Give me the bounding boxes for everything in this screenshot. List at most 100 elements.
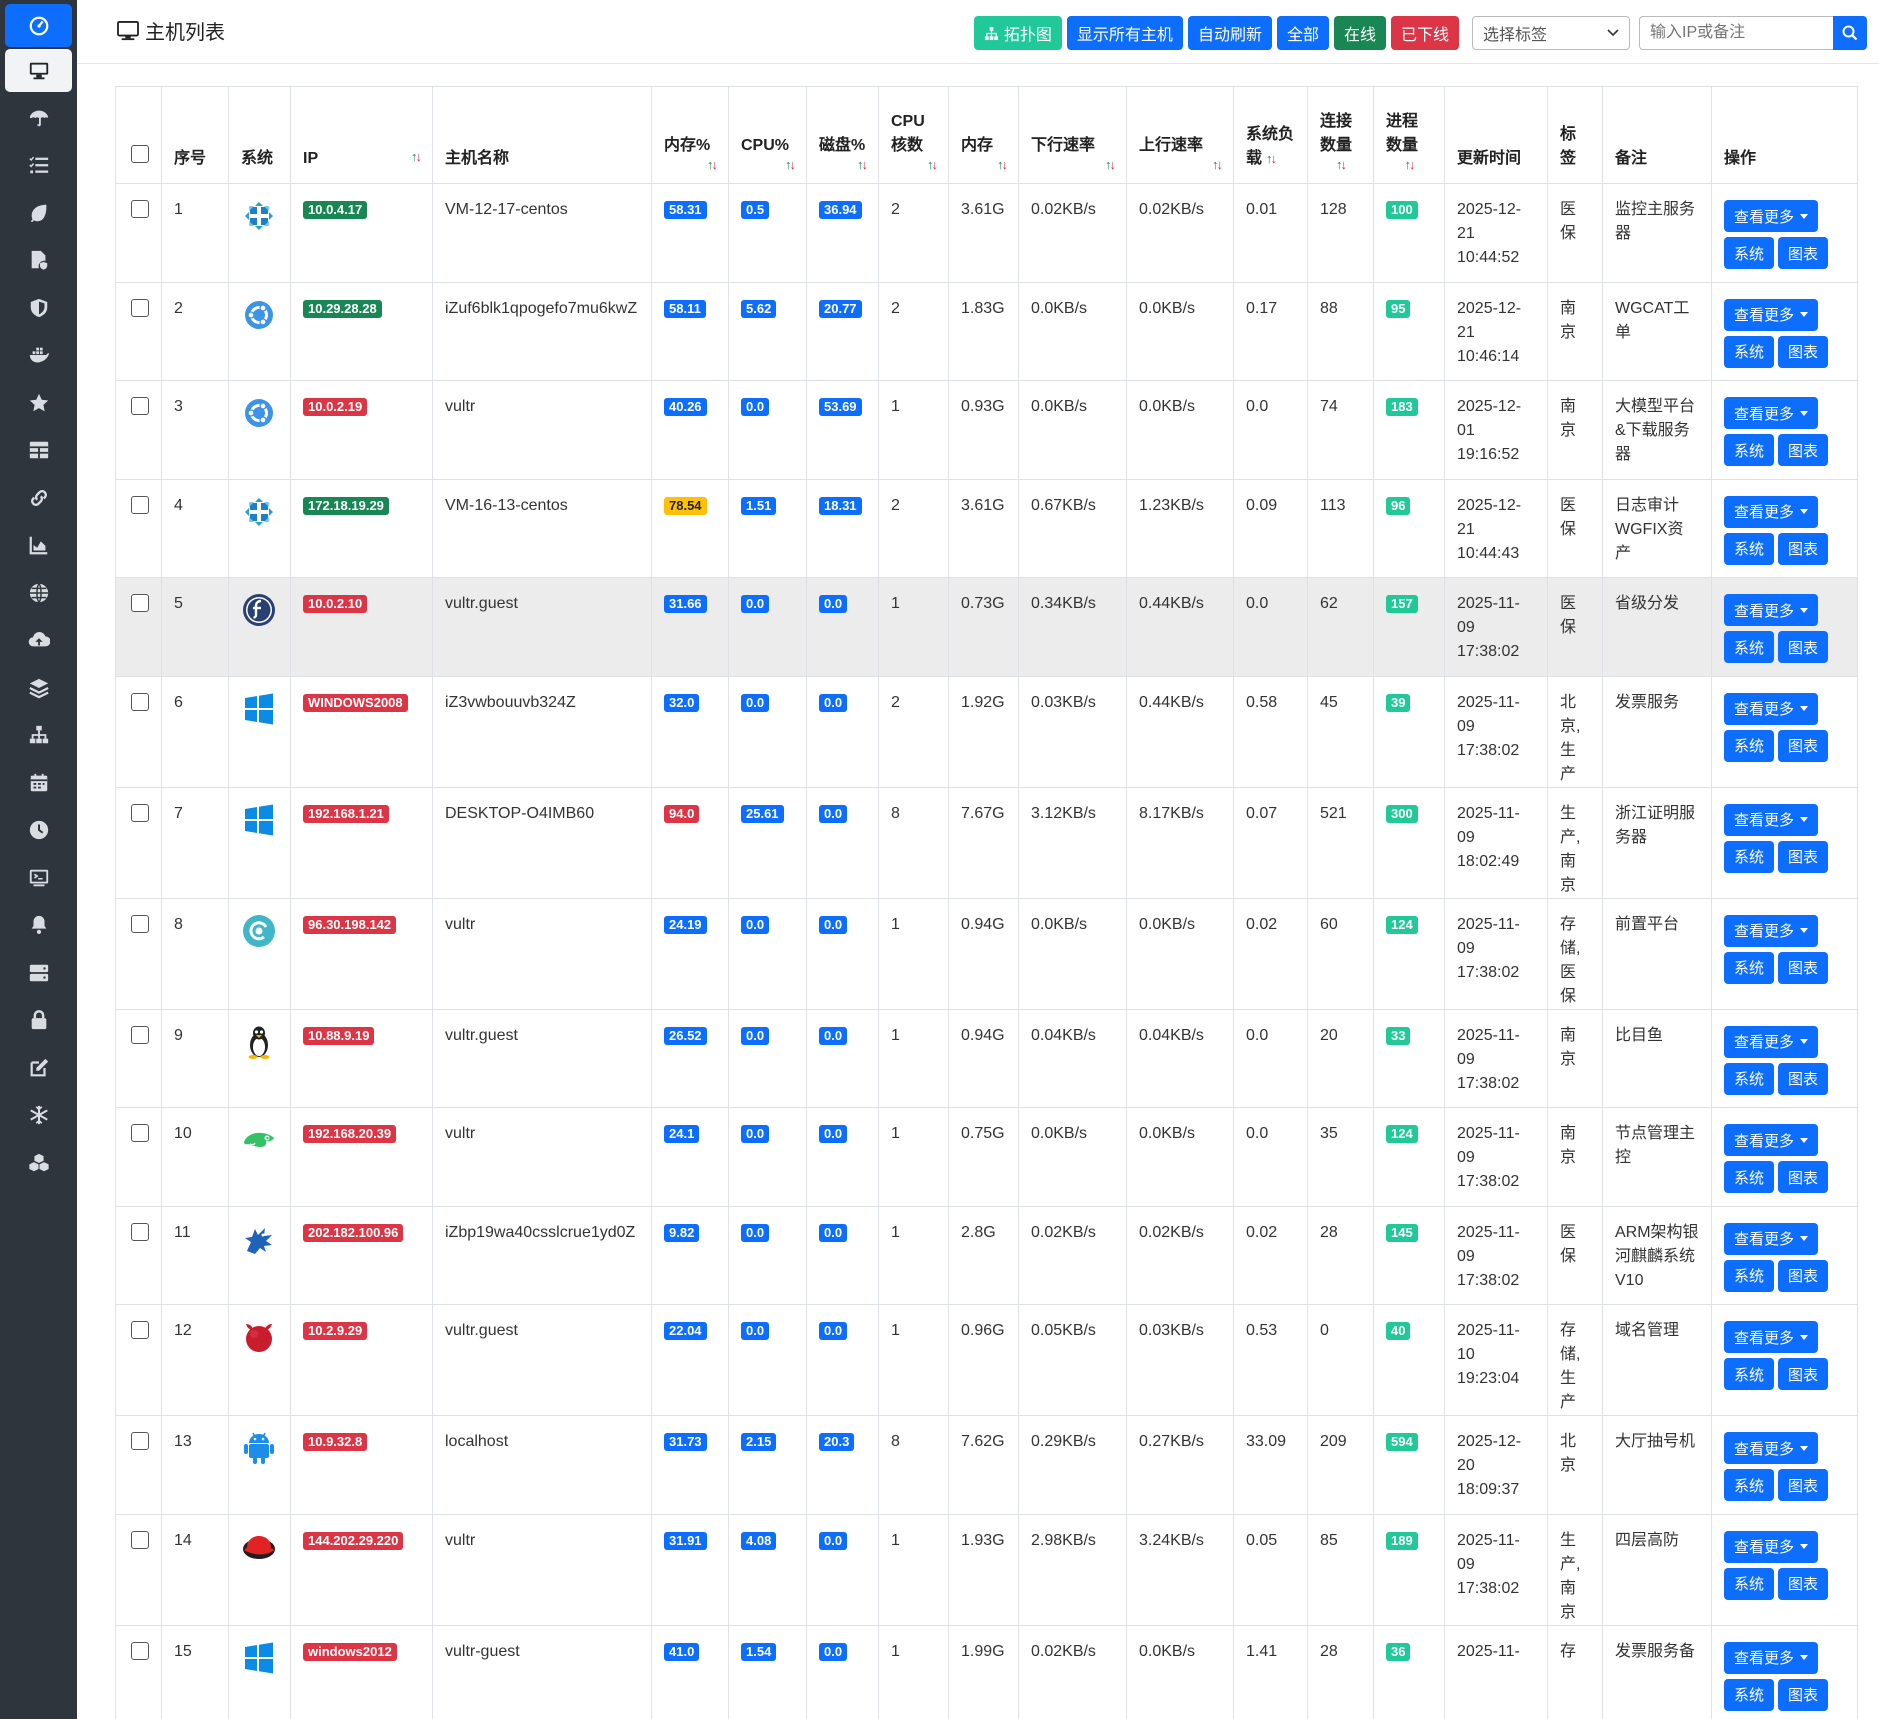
system-button[interactable]: 系统 xyxy=(1724,532,1774,565)
system-button[interactable]: 系统 xyxy=(1724,840,1774,873)
system-button[interactable]: 系统 xyxy=(1724,434,1774,466)
col-load[interactable]: 系统负载 ↑↓ xyxy=(1233,86,1308,184)
sidebar-item-table[interactable] xyxy=(0,427,77,475)
view-more-button[interactable]: 查看更多 xyxy=(1724,397,1819,429)
chart-button[interactable]: 图表 xyxy=(1778,1259,1828,1292)
sort-icon[interactable]: ↑↓ xyxy=(741,158,796,171)
sidebar-item-sitemap[interactable] xyxy=(0,712,77,760)
sidebar-item-area-chart[interactable] xyxy=(0,522,77,570)
row-checkbox[interactable] xyxy=(131,1321,149,1339)
chart-button[interactable]: 图表 xyxy=(1778,237,1828,269)
sidebar-item-server[interactable] xyxy=(0,949,77,997)
sidebar-item-link[interactable] xyxy=(0,474,77,522)
system-button[interactable]: 系统 xyxy=(1724,1062,1774,1095)
system-button[interactable]: 系统 xyxy=(1724,1469,1774,1501)
chart-button[interactable]: 图表 xyxy=(1778,951,1828,984)
sidebar-item-lock[interactable] xyxy=(0,997,77,1045)
view-more-button[interactable]: 查看更多 xyxy=(1724,692,1819,725)
sidebar-item-edit[interactable] xyxy=(0,1044,77,1092)
sort-icon[interactable]: ↑↓ xyxy=(891,158,938,171)
system-button[interactable]: 系统 xyxy=(1724,335,1774,368)
system-button[interactable]: 系统 xyxy=(1724,1259,1774,1292)
sidebar-item-bell[interactable] xyxy=(0,902,77,950)
row-checkbox[interactable] xyxy=(131,397,149,415)
select-all-checkbox[interactable] xyxy=(131,145,149,163)
system-button[interactable]: 系统 xyxy=(1724,729,1774,762)
ip-badge[interactable]: 172.18.19.29 xyxy=(303,496,389,515)
row-checkbox[interactable] xyxy=(131,298,149,317)
sidebar-item-terminal[interactable] xyxy=(0,854,77,902)
chart-button[interactable]: 图表 xyxy=(1778,1062,1828,1095)
view-more-button[interactable]: 查看更多 xyxy=(1724,1222,1819,1255)
show-all-hosts-button[interactable]: 显示所有主机 xyxy=(1066,16,1183,50)
col-disk-pct[interactable]: 磁盘% ↑↓ xyxy=(806,86,879,184)
view-more-button[interactable]: 查看更多 xyxy=(1724,298,1819,331)
ip-badge[interactable]: 192.168.1.21 xyxy=(303,804,389,823)
sidebar-item-dashboard[interactable] xyxy=(5,4,72,47)
sidebar-item-layers[interactable] xyxy=(0,664,77,712)
row-checkbox[interactable] xyxy=(131,803,149,822)
system-button[interactable]: 系统 xyxy=(1724,1567,1774,1600)
sidebar-item-file-shield[interactable] xyxy=(0,237,77,285)
system-button[interactable]: 系统 xyxy=(1724,1161,1774,1193)
sidebar-item-desktop[interactable] xyxy=(5,49,72,92)
ip-badge[interactable]: windows2012 xyxy=(303,1642,397,1661)
chart-button[interactable]: 图表 xyxy=(1778,729,1828,762)
row-checkbox[interactable] xyxy=(131,914,149,933)
system-button[interactable]: 系统 xyxy=(1724,631,1774,663)
view-more-button[interactable]: 查看更多 xyxy=(1724,495,1819,528)
row-checkbox[interactable] xyxy=(131,1025,149,1044)
system-button[interactable]: 系统 xyxy=(1724,1358,1774,1390)
sort-icon[interactable]: ↑↓ xyxy=(1031,158,1116,171)
col-ip[interactable]: IP ↑↓ xyxy=(290,86,433,184)
sort-icon[interactable]: ↑↓ xyxy=(1386,158,1432,171)
row-checkbox[interactable] xyxy=(131,1124,149,1142)
row-checkbox[interactable] xyxy=(131,200,149,218)
sort-icon[interactable]: ↑↓ xyxy=(819,158,868,171)
view-more-button[interactable]: 查看更多 xyxy=(1724,1641,1819,1674)
system-button[interactable]: 系统 xyxy=(1724,1678,1774,1711)
search-button[interactable] xyxy=(1833,16,1867,50)
col-mem-pct[interactable]: 内存% ↑↓ xyxy=(651,86,729,184)
row-checkbox[interactable] xyxy=(131,1432,149,1450)
col-mem[interactable]: 内存 ↑↓ xyxy=(948,86,1019,184)
ip-badge[interactable]: 10.88.9.19 xyxy=(303,1026,375,1045)
ip-badge[interactable]: 144.202.29.220 xyxy=(303,1531,404,1550)
sidebar-item-star[interactable] xyxy=(0,379,77,427)
ip-badge[interactable]: 202.182.100.96 xyxy=(303,1223,404,1242)
ip-badge[interactable]: 10.2.9.29 xyxy=(303,1322,368,1340)
ip-badge[interactable]: 10.29.28.28 xyxy=(303,299,382,318)
filter-offline-button[interactable]: 已下线 xyxy=(1390,16,1459,50)
tag-select[interactable]: 选择标签 xyxy=(1472,16,1630,50)
col-cpu-cores[interactable]: CPU核数 ↑↓ xyxy=(878,86,949,184)
row-checkbox[interactable] xyxy=(131,1530,149,1549)
sort-icon[interactable]: ↑↓ xyxy=(961,158,1008,171)
view-more-button[interactable]: 查看更多 xyxy=(1724,1025,1819,1058)
ip-badge[interactable]: 10.9.32.8 xyxy=(303,1433,368,1451)
ip-badge[interactable]: 10.0.4.17 xyxy=(303,201,368,219)
chart-button[interactable]: 图表 xyxy=(1778,1678,1828,1711)
chart-button[interactable]: 图表 xyxy=(1778,434,1828,466)
chart-button[interactable]: 图表 xyxy=(1778,532,1828,565)
view-more-button[interactable]: 查看更多 xyxy=(1724,803,1819,836)
chart-button[interactable]: 图表 xyxy=(1778,335,1828,368)
system-button[interactable]: 系统 xyxy=(1724,237,1774,269)
sidebar-item-umbrella[interactable] xyxy=(0,94,77,142)
chart-button[interactable]: 图表 xyxy=(1778,631,1828,663)
sidebar-item-globe[interactable] xyxy=(0,569,77,617)
ip-badge[interactable]: 10.0.2.10 xyxy=(303,595,368,613)
view-more-button[interactable]: 查看更多 xyxy=(1724,1432,1819,1464)
system-button[interactable]: 系统 xyxy=(1724,951,1774,984)
chart-button[interactable]: 图表 xyxy=(1778,1161,1828,1193)
col-up[interactable]: 上行速率 ↑↓ xyxy=(1126,86,1234,184)
sidebar-item-docker[interactable] xyxy=(0,332,77,380)
view-more-button[interactable]: 查看更多 xyxy=(1724,1530,1819,1563)
sidebar-item-list[interactable] xyxy=(0,142,77,190)
row-checkbox[interactable] xyxy=(131,594,149,612)
sidebar-item-cloud-upload[interactable] xyxy=(0,617,77,665)
sidebar-item-shield[interactable] xyxy=(0,284,77,332)
ip-badge[interactable]: WINDOWS2008 xyxy=(303,693,408,712)
chart-button[interactable]: 图表 xyxy=(1778,1358,1828,1390)
filter-all-button[interactable]: 全部 xyxy=(1276,16,1329,50)
topology-button[interactable]: 拓扑图 xyxy=(973,16,1062,50)
